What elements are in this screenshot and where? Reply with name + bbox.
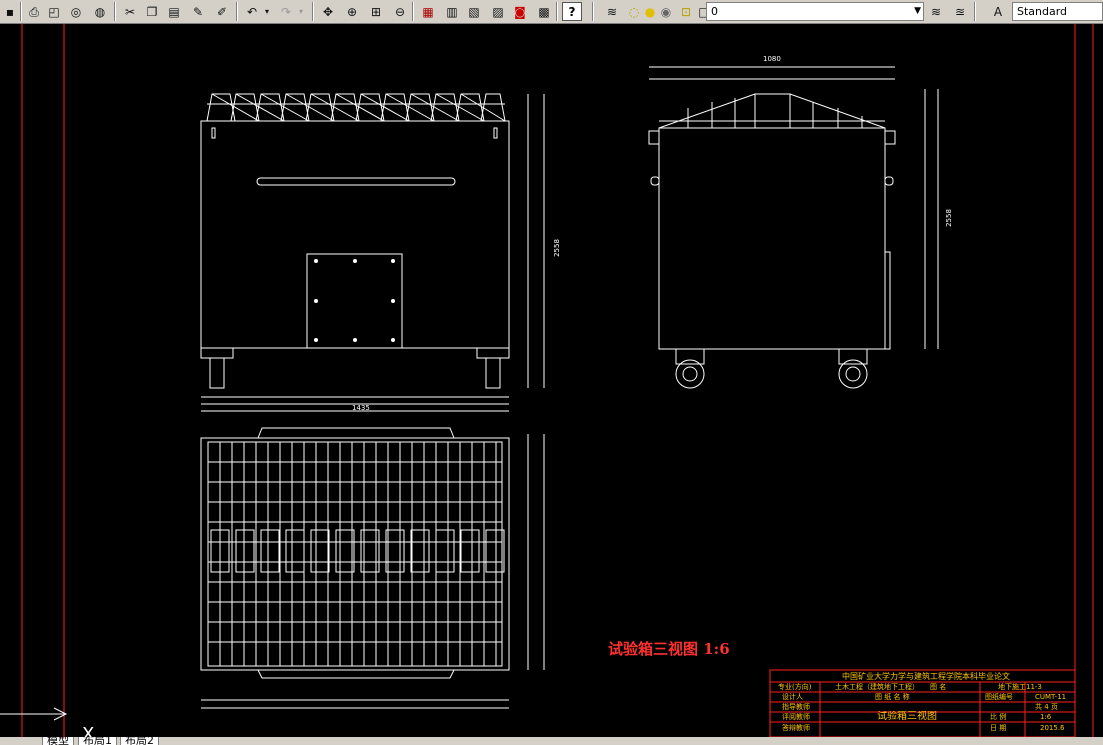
front-view-height-dimension: 2558 xyxy=(552,239,561,257)
tb-total-pages: 共 4 页 xyxy=(1035,703,1058,711)
toolbar-separator xyxy=(236,2,238,21)
side-view-height-dimension: 2558 xyxy=(944,209,953,227)
toolbar-separator xyxy=(974,2,976,21)
tb-sheet-value: CUMT-11 xyxy=(1035,693,1067,701)
tab-model[interactable]: 模型 xyxy=(42,737,74,745)
cut-icon[interactable]: ✂ xyxy=(120,2,140,21)
freeze-icon[interactable]: ◉ xyxy=(656,2,676,21)
plot-icon[interactable]: ◎ xyxy=(66,2,86,21)
drawing-title-label: 试验箱三视图 1:6 xyxy=(608,640,730,658)
tb-checker: 指导教师 xyxy=(782,703,810,711)
copy-icon[interactable]: ❐ xyxy=(142,2,162,21)
zoom-previous-icon[interactable]: ⊖ xyxy=(390,2,410,21)
tb-drawing-title-header: 图 纸 名 称 xyxy=(875,693,910,701)
toolbar-separator xyxy=(20,2,22,21)
layout-tabs: 模型 布局1 布局2 xyxy=(0,737,1103,745)
tb-school: 中国矿业大学力学与建筑工程学院本科毕业论文 xyxy=(842,672,1010,681)
toolbar-separator xyxy=(412,2,414,21)
calculator-icon[interactable]: ▩ xyxy=(534,2,554,21)
text-style-value: Standard xyxy=(1017,5,1068,18)
front-view-body xyxy=(200,120,510,349)
model-space-canvas[interactable]: 试验箱三视图 1:6 1080 1435 2558 2558 中国矿业大学力学与… xyxy=(0,24,1103,745)
redo-dropdown-icon[interactable]: ▾ xyxy=(296,2,306,21)
layer-previous-icon[interactable]: ≊ xyxy=(950,2,970,21)
tab-layout1[interactable]: 布局1 xyxy=(78,737,117,745)
print-preview-icon[interactable]: ◰ xyxy=(44,2,64,21)
front-view-caster-right xyxy=(485,357,501,389)
top-view-body xyxy=(200,437,510,671)
undo-dropdown-icon[interactable]: ▾ xyxy=(262,2,272,21)
front-view-bolts xyxy=(314,259,395,342)
top-view-grid xyxy=(208,442,502,666)
front-view xyxy=(200,93,545,412)
text-style-dropdown[interactable]: Standard xyxy=(1012,2,1103,21)
match-properties-icon[interactable]: ✎ xyxy=(188,2,208,21)
zoom-realtime-icon[interactable]: ⊕ xyxy=(342,2,362,21)
tb-scale-label: 比 例 xyxy=(990,713,1007,721)
publish-icon[interactable]: ◍ xyxy=(90,2,110,21)
tab-layout2[interactable]: 布局2 xyxy=(120,737,159,745)
design-center-icon[interactable]: ▥ xyxy=(442,2,462,21)
tb-sheet-label: 图纸编号 xyxy=(985,693,1013,701)
pan-icon[interactable]: ✥ xyxy=(318,2,338,21)
side-view-body xyxy=(658,127,886,350)
print-icon[interactable]: ⎙ xyxy=(24,2,44,21)
tb-drawing-title-value: 试验箱三视图 xyxy=(877,711,937,722)
redo-icon[interactable]: ↷ xyxy=(276,2,296,21)
layer-state-icon[interactable]: ≋ xyxy=(926,2,946,21)
side-view-top-dimension: 1080 xyxy=(763,55,781,63)
toolbar-separator xyxy=(556,2,558,21)
front-view-caster-left xyxy=(209,357,225,389)
tb-date-value: 2015.6 xyxy=(1040,724,1065,732)
save-icon[interactable]: ▪ xyxy=(0,2,20,21)
ucs-icon xyxy=(0,707,68,721)
tb-approver: 评阅教师 xyxy=(782,713,810,721)
front-view-access-plate xyxy=(306,253,403,349)
tb-major-value: 土木工程（建筑地下工程） xyxy=(835,683,919,691)
text-style-icon[interactable]: A xyxy=(988,2,1008,21)
undo-icon[interactable]: ↶ xyxy=(242,2,262,21)
standard-toolbar: ▪ ⎙ ◰ ◎ ◍ ✂ ❐ ▤ ✎ ✐ ↶ ▾ ↷ ▾ ✥ ⊕ ⊞ ⊖ ▦ ▥ … xyxy=(0,0,1103,24)
layer-manager-icon[interactable]: ≋ xyxy=(602,2,622,21)
toolbar-separator xyxy=(592,2,594,21)
front-view-truss xyxy=(206,93,506,122)
front-view-handle xyxy=(256,177,456,186)
properties-icon[interactable]: ▦ xyxy=(418,2,438,21)
markup-icon[interactable]: ◙ xyxy=(510,2,530,21)
layer-value: 0 xyxy=(711,5,718,18)
drawing-linework xyxy=(0,24,1094,738)
block-editor-icon[interactable]: ✐ xyxy=(212,2,232,21)
tb-drawing-no-value: 地下施工11-3 xyxy=(998,683,1042,691)
top-view-handle-top xyxy=(257,427,455,439)
zoom-window-icon[interactable]: ⊞ xyxy=(366,2,386,21)
sheet-set-icon[interactable]: ▨ xyxy=(488,2,508,21)
side-view xyxy=(648,66,939,389)
tb-date-label: 日 期 xyxy=(990,724,1007,732)
tb-scale-value: 1:6 xyxy=(1040,713,1052,721)
tb-designer: 设计人 xyxy=(782,693,803,701)
tool-palette-icon[interactable]: ▧ xyxy=(464,2,484,21)
toolbar-separator xyxy=(114,2,116,21)
front-view-caster-left-plate xyxy=(200,347,234,359)
layer-dropdown[interactable]: 0 ▼ xyxy=(706,2,924,21)
side-view-roof xyxy=(658,93,886,129)
front-view-width-dimension: 1435 xyxy=(352,404,370,412)
toolbar-separator xyxy=(312,2,314,21)
chevron-down-icon: ▼ xyxy=(914,6,921,16)
tb-major-label: 专业(方向) xyxy=(778,683,812,691)
paste-icon[interactable]: ▤ xyxy=(164,2,184,21)
top-view-handle-bottom xyxy=(257,669,455,679)
top-view xyxy=(200,427,545,709)
tb-reviewer: 答辩教师 xyxy=(782,724,810,732)
help-icon[interactable]: ? xyxy=(562,2,582,21)
front-view-caster-right-plate xyxy=(476,347,510,359)
lock-icon[interactable]: ⊡ xyxy=(676,2,696,21)
tb-drawing-name-label: 图 名 xyxy=(930,683,947,691)
